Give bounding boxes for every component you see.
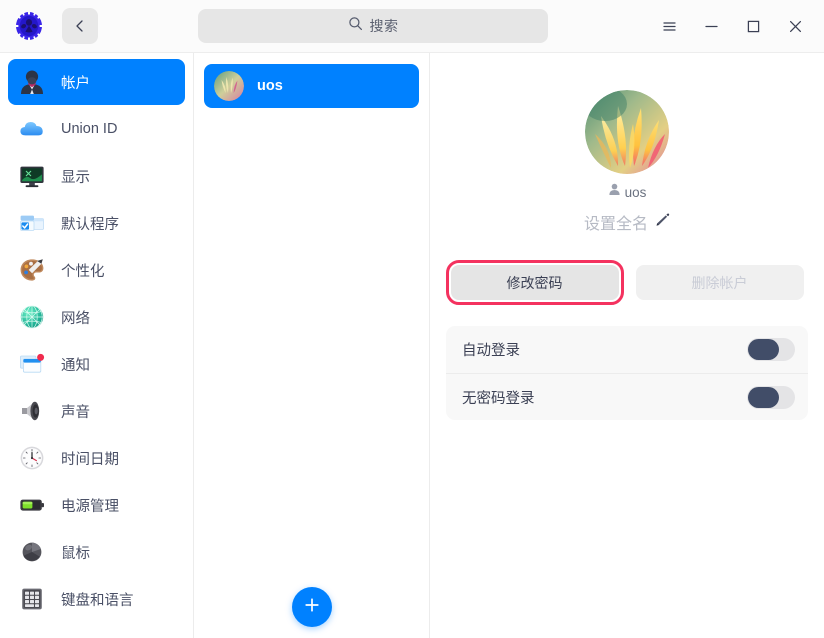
sidebar-item-label: 鼠标 (61, 545, 90, 562)
sidebar-item-label: 通知 (61, 357, 90, 374)
minimize-button[interactable] (690, 8, 732, 44)
user-list-panel: uos (194, 53, 430, 638)
palette-personalization-icon (17, 255, 47, 285)
settings-logo-icon (14, 11, 44, 41)
nopassword-login-row[interactable]: 无密码登录 (446, 373, 808, 420)
clock-datetime-icon (17, 443, 47, 473)
search-icon (348, 16, 363, 36)
globe-network-icon (17, 302, 47, 332)
sidebar-item-label: 显示 (61, 169, 90, 186)
minimize-icon (703, 19, 720, 33)
sidebar-item-label: 默认程序 (61, 216, 119, 233)
sidebar-item-label: 个性化 (61, 263, 105, 280)
fullname-placeholder-text: 设置全名 (583, 216, 648, 233)
auto-login-label: 自动登录 (462, 343, 520, 359)
settings-window: 搜索 帐户 Union ID 显示 默认程序 个性化 网络 通知 声音 时间日期… (0, 0, 824, 638)
sidebar-item-personalization[interactable]: 个性化 (8, 247, 185, 293)
sidebar-item-display[interactable]: 显示 (8, 153, 185, 199)
user-avatar-flower-icon (214, 71, 244, 101)
toggle-knob (748, 386, 779, 408)
chevron-left-icon (72, 18, 88, 34)
cloud-icon (17, 114, 47, 144)
maximize-button[interactable] (732, 8, 774, 44)
menu-button[interactable] (648, 8, 690, 44)
sidebar-item-notifications[interactable]: 通知 (8, 341, 185, 387)
search-input[interactable]: 搜索 (198, 9, 548, 43)
sidebar-item-label: 时间日期 (61, 451, 119, 468)
user-list-item-name: uos (257, 78, 283, 94)
set-fullname-button[interactable]: 设置全名 (442, 210, 812, 234)
monitor-display-icon (17, 161, 47, 191)
nopassword-login-label: 无密码登录 (462, 390, 535, 407)
sidebar-item-label: 帐户 (61, 75, 90, 92)
delete-account-button[interactable]: 删除帐户 (635, 265, 804, 300)
sidebar-item-default-apps[interactable]: 默认程序 (8, 200, 185, 246)
account-detail-panel: uos 设置全名 修改密码 删除帐户 自动登录 无密码登录 (430, 53, 824, 638)
titlebar: 搜索 (0, 0, 824, 53)
user-list-item[interactable]: uos (204, 64, 419, 108)
account-actions: 修改密码 删除帐户 (442, 260, 812, 305)
sidebar-item-keyboard-language[interactable]: 键盘和语言 (8, 576, 185, 622)
auto-login-row[interactable]: 自动登录 (446, 326, 808, 373)
nopassword-login-toggle[interactable] (747, 385, 795, 409)
window-controls (648, 8, 816, 44)
search-area: 搜索 (98, 9, 648, 43)
keyboard-language-icon (17, 584, 47, 614)
default-apps-icon (17, 208, 47, 238)
auto-login-toggle[interactable] (747, 338, 795, 361)
sidebar-item-label: 声音 (61, 404, 90, 421)
account-person-icon (17, 67, 47, 97)
username-text: uos (624, 184, 647, 200)
avatar-area (442, 90, 812, 174)
sidebar-item-union-id[interactable]: Union ID (8, 106, 185, 152)
back-button[interactable] (62, 8, 98, 44)
login-settings-card: 自动登录 无密码登录 (446, 326, 808, 420)
sidebar-item-datetime[interactable]: 时间日期 (8, 435, 185, 481)
sidebar-item-power[interactable]: 电源管理 (8, 482, 185, 528)
change-password-button[interactable]: 修改密码 (445, 260, 624, 305)
toggle-knob (748, 339, 779, 360)
hamburger-menu-icon (661, 19, 678, 33)
search-placeholder: 搜索 (369, 18, 399, 34)
maximize-icon (745, 19, 762, 33)
sidebar-item-sound[interactable]: 声音 (8, 388, 185, 434)
sidebar-item-label: 键盘和语言 (61, 592, 134, 609)
battery-power-icon (17, 490, 47, 520)
speaker-sound-icon (17, 396, 47, 426)
add-user-button[interactable] (291, 587, 332, 627)
pencil-edit-icon (655, 212, 670, 232)
username-row: uos (442, 183, 812, 201)
sidebar-item-account[interactable]: 帐户 (8, 59, 185, 105)
sidebar-item-label: 电源管理 (61, 498, 119, 515)
mouse-icon (17, 537, 47, 567)
sidebar-item-label: 网络 (61, 310, 90, 327)
sidebar-item-network[interactable]: 网络 (8, 294, 185, 340)
person-small-icon (608, 183, 621, 201)
close-icon (787, 19, 804, 33)
content-area: 帐户 Union ID 显示 默认程序 个性化 网络 通知 声音 时间日期 电源… (0, 53, 824, 638)
sidebar-item-mouse[interactable]: 鼠标 (8, 529, 185, 575)
sidebar-item-label: Union ID (61, 121, 118, 137)
user-avatar-large[interactable] (585, 90, 669, 174)
plus-icon (302, 595, 322, 620)
notification-window-icon (17, 349, 47, 379)
close-button[interactable] (774, 8, 816, 44)
sidebar: 帐户 Union ID 显示 默认程序 个性化 网络 通知 声音 时间日期 电源… (0, 53, 194, 638)
